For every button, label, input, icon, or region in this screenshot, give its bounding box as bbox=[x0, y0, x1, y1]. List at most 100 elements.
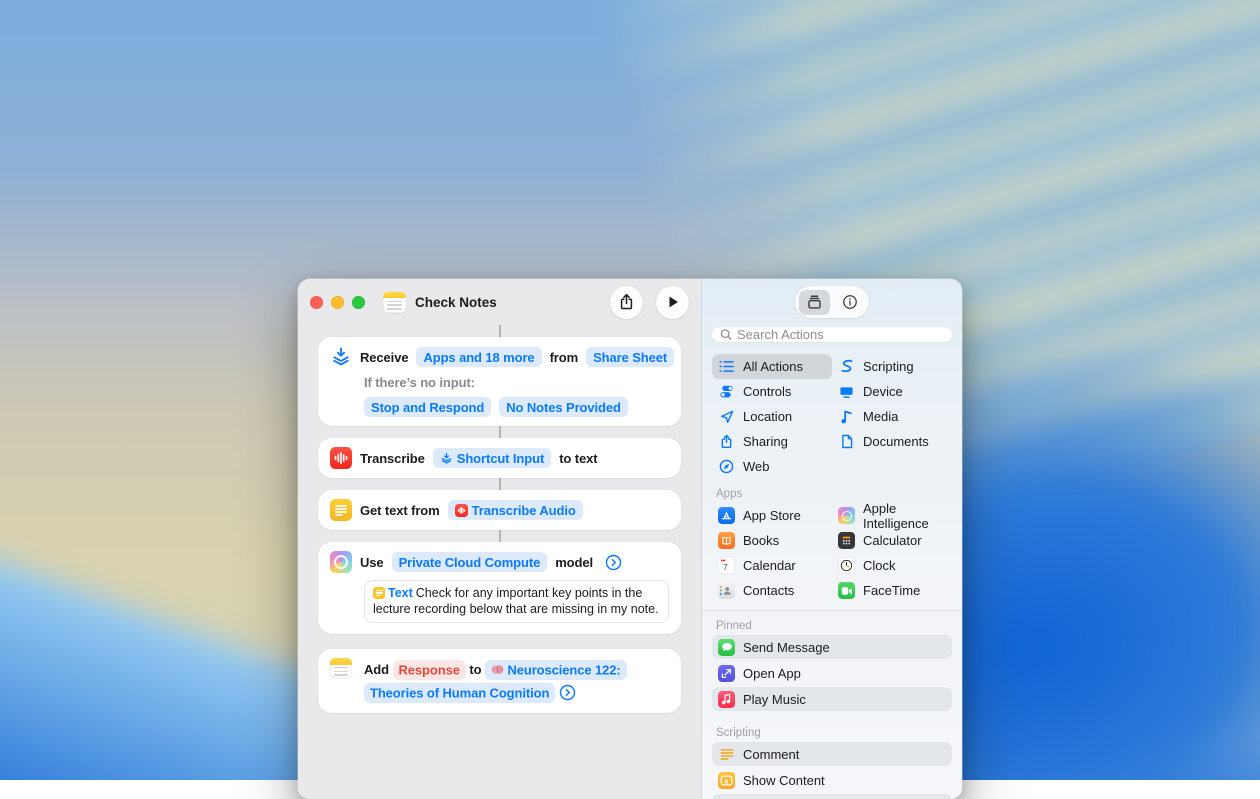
chevron-circle-icon[interactable] bbox=[605, 554, 622, 571]
use-verb: Use bbox=[360, 555, 384, 570]
model-pill[interactable]: Private Cloud Compute bbox=[392, 552, 548, 572]
pinned-send-message[interactable]: Send Message bbox=[712, 635, 952, 659]
info-tab[interactable] bbox=[834, 290, 865, 315]
media-icon bbox=[838, 409, 855, 424]
action-card-receive[interactable]: Receive Apps and 18 more from Share Shee… bbox=[318, 337, 681, 426]
share-icon bbox=[618, 293, 635, 311]
category-web[interactable]: Web bbox=[712, 454, 832, 479]
apps-grid: App Store Apple Intelligence Books bbox=[712, 503, 952, 603]
zoom-button[interactable] bbox=[352, 296, 365, 309]
panel-toggle bbox=[795, 286, 869, 318]
list-bullet-icon bbox=[718, 360, 735, 373]
sharing-icon bbox=[718, 434, 735, 449]
play-icon bbox=[666, 295, 680, 309]
svg-text:7: 7 bbox=[723, 562, 728, 572]
pinned-play-music[interactable]: Play Music bbox=[712, 687, 952, 711]
action-library-tab[interactable] bbox=[799, 290, 830, 315]
category-all-actions[interactable]: All Actions bbox=[712, 354, 832, 379]
titlebar: Check Notes bbox=[298, 279, 701, 325]
receive-icon bbox=[330, 346, 352, 368]
sidebar-divider bbox=[702, 610, 962, 611]
app-calculator[interactable]: Calculator bbox=[832, 528, 952, 553]
location-icon bbox=[718, 410, 735, 424]
scripting-show-content[interactable]: a Show Content bbox=[712, 768, 952, 792]
apps-section-header: Apps bbox=[716, 488, 948, 500]
scripting-list: Comment a Show Content bbox=[712, 742, 952, 799]
app-clock[interactable]: Clock bbox=[832, 553, 952, 578]
music-icon bbox=[718, 691, 735, 708]
contacts-icon bbox=[718, 582, 735, 599]
info-icon bbox=[842, 294, 858, 310]
workflow-canvas: Receive Apps and 18 more from Share Shee… bbox=[298, 325, 701, 713]
app-facetime[interactable]: FaceTime bbox=[832, 578, 952, 603]
clock-icon bbox=[838, 557, 855, 574]
flow-connector bbox=[499, 426, 501, 438]
app-contacts[interactable]: Contacts bbox=[712, 578, 832, 603]
app-app-store[interactable]: App Store bbox=[712, 503, 832, 528]
window-title: Check Notes bbox=[415, 295, 497, 310]
response-pill[interactable]: Response bbox=[393, 660, 466, 680]
action-card-get-text[interactable]: Get text from Transcribe Audio bbox=[318, 490, 681, 530]
search-input[interactable] bbox=[737, 327, 944, 342]
to-label: to bbox=[469, 662, 481, 677]
comment-icon bbox=[718, 748, 735, 761]
pinned-section-header: Pinned bbox=[716, 620, 948, 632]
run-button[interactable] bbox=[656, 286, 689, 319]
receive-source-pill[interactable]: Share Sheet bbox=[586, 347, 674, 367]
receive-verb: Receive bbox=[360, 350, 408, 365]
to-text-label: to text bbox=[559, 451, 597, 466]
scripting-partial-row[interactable] bbox=[712, 794, 952, 799]
receive-input-pill[interactable]: Apps and 18 more bbox=[416, 347, 541, 367]
category-sharing[interactable]: Sharing bbox=[712, 429, 832, 454]
pinned-open-app[interactable]: Open App bbox=[712, 661, 952, 685]
chevron-circle-icon[interactable] bbox=[559, 684, 576, 701]
brain-icon bbox=[491, 664, 504, 675]
text-token-label: Text bbox=[388, 586, 413, 600]
documents-icon bbox=[838, 434, 855, 449]
get-text-verb: Get text from bbox=[360, 503, 440, 518]
receive-from-label: from bbox=[550, 350, 579, 365]
search-field[interactable] bbox=[712, 327, 952, 342]
add-verb: Add bbox=[364, 662, 389, 677]
transcribe-verb: Transcribe bbox=[360, 451, 425, 466]
traffic-lights bbox=[310, 296, 365, 309]
no-notes-provided-pill[interactable]: No Notes Provided bbox=[499, 397, 628, 417]
category-controls[interactable]: Controls bbox=[712, 379, 832, 404]
search-icon bbox=[720, 328, 732, 341]
category-location[interactable]: Location bbox=[712, 404, 832, 429]
app-store-icon bbox=[718, 507, 735, 524]
apple-intelligence-icon bbox=[838, 507, 855, 524]
scripting-section-header: Scripting bbox=[716, 727, 948, 739]
flow-connector bbox=[499, 478, 501, 490]
action-library-sidebar: All Actions Scripting bbox=[701, 279, 962, 799]
transcribe-audio-mini-icon bbox=[455, 504, 468, 517]
app-books[interactable]: Books bbox=[712, 528, 832, 553]
shortcut-editor-pane: Check Notes bbox=[298, 279, 701, 799]
open-app-icon bbox=[718, 665, 735, 682]
no-input-label: If there’s no input: bbox=[364, 375, 669, 390]
books-icon bbox=[718, 532, 735, 549]
share-button[interactable] bbox=[610, 286, 643, 319]
scripting-comment[interactable]: Comment bbox=[712, 742, 952, 766]
facetime-icon bbox=[838, 582, 855, 599]
category-documents[interactable]: Documents bbox=[832, 429, 952, 454]
apple-intelligence-icon bbox=[330, 551, 352, 573]
app-apple-intelligence[interactable]: Apple Intelligence bbox=[832, 503, 952, 528]
category-media[interactable]: Media bbox=[832, 404, 952, 429]
category-device[interactable]: Device bbox=[832, 379, 952, 404]
transcribe-audio-pill[interactable]: Transcribe Audio bbox=[448, 500, 583, 520]
flow-connector bbox=[499, 530, 501, 542]
prompt-textbox[interactable]: TextCheck for any important key points i… bbox=[364, 580, 669, 623]
category-scripting[interactable]: Scripting bbox=[832, 354, 952, 379]
app-calendar[interactable]: 7 Calendar bbox=[712, 553, 832, 578]
calendar-icon: 7 bbox=[718, 557, 735, 574]
pinned-list: Send Message Open App Pl bbox=[712, 635, 952, 713]
stop-and-respond-pill[interactable]: Stop and Respond bbox=[364, 397, 491, 417]
shortcut-input-pill[interactable]: Shortcut Input bbox=[433, 448, 551, 468]
close-button[interactable] bbox=[310, 296, 323, 309]
action-card-use-model[interactable]: Use Private Cloud Compute model TextChec… bbox=[318, 542, 681, 634]
sidebar-toolbar bbox=[702, 279, 962, 325]
minimize-button[interactable] bbox=[331, 296, 344, 309]
action-card-transcribe[interactable]: Transcribe Shortcut Input to text bbox=[318, 438, 681, 478]
action-card-add-note[interactable]: Add Response to Neuroscience 122: Theori… bbox=[318, 649, 681, 713]
